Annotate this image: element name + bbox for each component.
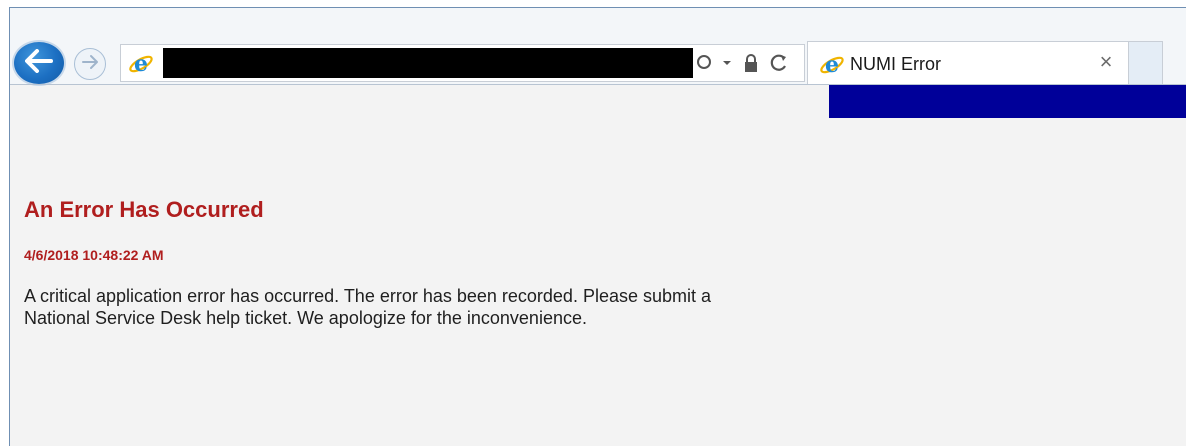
close-tab-icon[interactable]: × (1094, 50, 1118, 74)
address-bar[interactable]: e (120, 44, 805, 82)
error-message: A critical application error has occurre… (24, 285, 844, 329)
error-message-line-1: A critical application error has occurre… (24, 286, 712, 306)
new-tab-button[interactable] (1129, 41, 1163, 85)
tab-numi-error[interactable]: e NUMI Error × (807, 41, 1129, 85)
search-icon[interactable] (695, 53, 715, 73)
dropdown-arrow-icon[interactable] (717, 53, 737, 73)
tab-title: NUMI Error (850, 54, 941, 74)
internet-explorer-icon: e (818, 51, 846, 79)
back-button[interactable] (12, 40, 66, 86)
error-title: An Error Has Occurred (24, 197, 264, 222)
browser-window: e e NUMI Error × An Error Has Occurred 4… (9, 7, 1186, 446)
forward-button[interactable] (74, 48, 106, 80)
internet-explorer-icon: e (127, 50, 155, 78)
error-content: An Error Has Occurred 4/6/2018 10:48:22 … (24, 196, 844, 329)
browser-toolbar: e e NUMI Error × (10, 8, 1186, 86)
error-timestamp: 4/6/2018 10:48:22 AM (24, 247, 164, 263)
back-arrow-icon (25, 48, 53, 78)
forward-arrow-icon (81, 54, 99, 75)
error-message-line-2: National Service Desk help ticket. We ap… (24, 308, 587, 328)
lock-icon[interactable] (741, 53, 761, 73)
url-field-redacted[interactable] (163, 48, 693, 78)
svg-text:e: e (825, 52, 839, 78)
page-header-banner (829, 85, 1186, 118)
refresh-icon[interactable] (769, 53, 789, 73)
svg-text:e: e (134, 51, 148, 77)
